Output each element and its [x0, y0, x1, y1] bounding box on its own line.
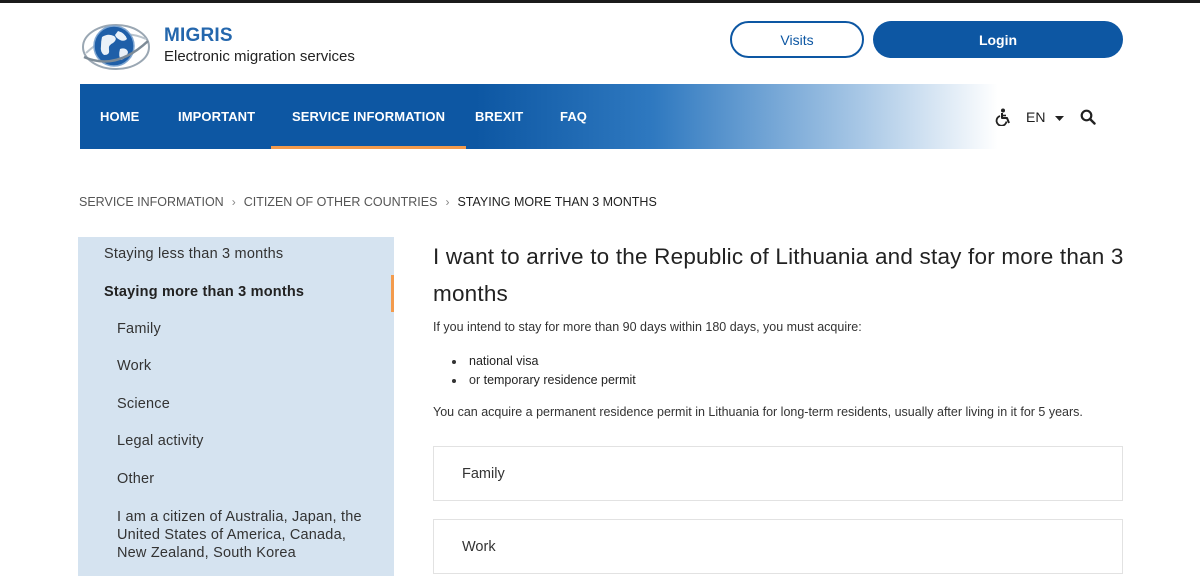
nav-brexit[interactable]: BREXIT — [475, 84, 523, 149]
search-icon[interactable] — [1080, 84, 1096, 149]
sidebar: Staying less than 3 months Staying more … — [78, 237, 394, 576]
main-navigation: HOME IMPORTANT SERVICE INFORMATION BREXI… — [80, 84, 1123, 149]
visits-button[interactable]: Visits — [730, 21, 864, 58]
accordion-label: Family — [462, 465, 505, 482]
page-title: I want to arrive to the Republic of Lith… — [433, 244, 1124, 306]
accessibility-icon[interactable] — [995, 84, 1013, 149]
caret-down-icon — [1055, 109, 1065, 125]
sidebar-item-other[interactable]: Other — [117, 471, 154, 487]
sidebar-item-family[interactable]: Family — [117, 321, 161, 337]
sidebar-item-science[interactable]: Science — [117, 396, 170, 412]
language-selector[interactable]: EN — [1026, 84, 1065, 149]
permanent-residence-note: You can acquire a permanent residence pe… — [433, 405, 1083, 419]
brand-name: MIGRIS — [164, 25, 233, 46]
requirements-list: national visa or temporary residence per… — [452, 352, 636, 390]
accordion-label: Work — [462, 538, 496, 555]
nav-home[interactable]: HOME — [100, 84, 139, 149]
temporary-residence-permit-link[interactable]: temporary residence permit — [484, 373, 636, 387]
nav-important[interactable]: IMPORTANT — [178, 84, 255, 149]
breadcrumb-current: STAYING MORE THAN 3 MONTHS — [457, 195, 657, 209]
sidebar-active-indicator — [391, 275, 394, 312]
list-item-prefix: or — [469, 373, 484, 387]
list-item: or temporary residence permit — [452, 371, 636, 390]
sidebar-item-staying-more[interactable]: Staying more than 3 months — [104, 284, 304, 300]
breadcrumb-citizen-of-other-countries[interactable]: CITIZEN OF OTHER COUNTRIES — [244, 195, 438, 209]
sidebar-item-citizen-listed-countries[interactable]: I am a citizen of Australia, Japan, the … — [117, 508, 379, 562]
chevron-right-icon: › — [445, 195, 450, 209]
sidebar-item-staying-less[interactable]: Staying less than 3 months — [104, 246, 283, 262]
language-label: EN — [1026, 108, 1046, 125]
national-visa-link[interactable]: national visa — [469, 354, 539, 368]
breadcrumb: SERVICE INFORMATION › CITIZEN OF OTHER C… — [79, 195, 657, 209]
brand-subtitle: Electronic migration services — [164, 48, 355, 65]
sidebar-item-work[interactable]: Work — [117, 358, 151, 374]
intro-text: If you intend to stay for more than 90 d… — [433, 320, 862, 334]
nav-service-information[interactable]: SERVICE INFORMATION — [270, 84, 467, 149]
login-button[interactable]: Login — [873, 21, 1123, 58]
accordion-family[interactable]: Family — [433, 446, 1123, 501]
site-header: MIGRIS Electronic migration services Vis… — [0, 3, 1200, 83]
breadcrumb-service-information[interactable]: SERVICE INFORMATION — [79, 195, 224, 209]
list-item: national visa — [452, 352, 636, 371]
nav-faq[interactable]: FAQ — [560, 84, 587, 149]
accordion-work[interactable]: Work — [433, 519, 1123, 574]
migris-logo-icon[interactable] — [80, 19, 152, 73]
sidebar-item-legal-activity[interactable]: Legal activity — [117, 433, 204, 449]
chevron-right-icon: › — [231, 195, 236, 209]
